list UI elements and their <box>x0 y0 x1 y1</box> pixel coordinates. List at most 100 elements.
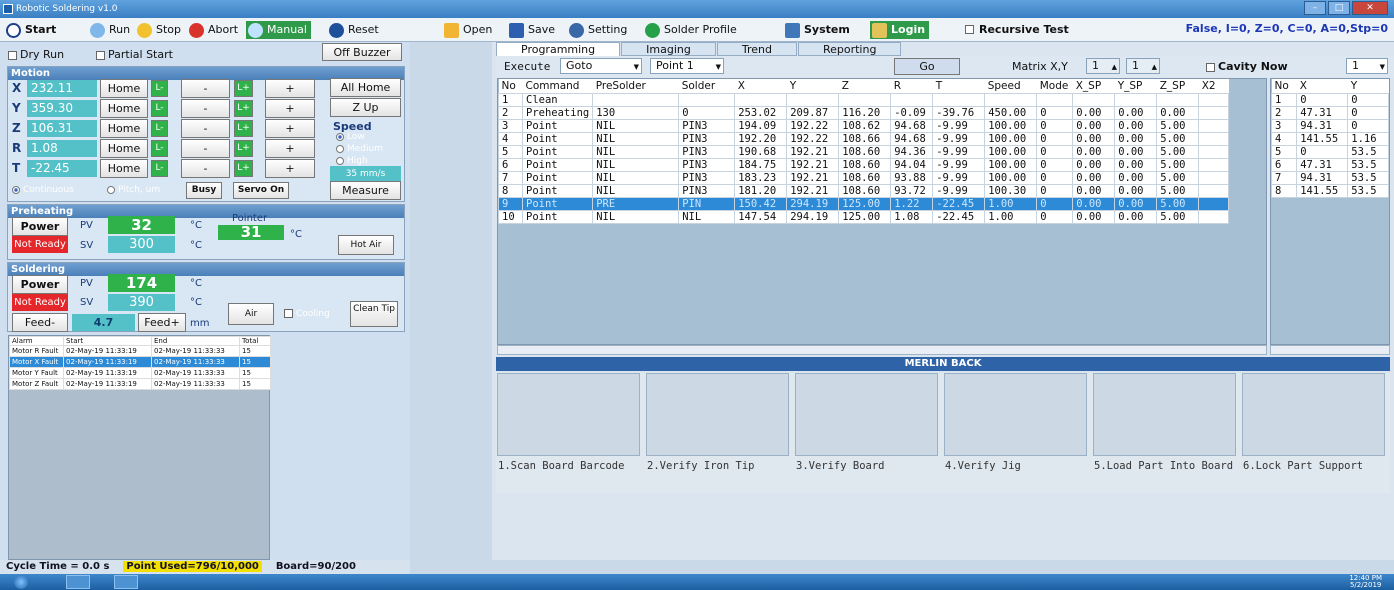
run-button[interactable]: Run <box>88 21 130 39</box>
point-select[interactable]: Point 1 ▼ <box>650 58 724 74</box>
all-home-button[interactable]: All Home <box>330 78 401 97</box>
axis-l-plus-button[interactable]: L+ <box>234 100 253 117</box>
grid-column-header[interactable]: X2 <box>1198 79 1229 93</box>
partial-start-option[interactable]: Partial Start <box>96 48 173 61</box>
grid-column-header[interactable]: Y_SP <box>1114 79 1157 93</box>
cooling-checkbox[interactable] <box>284 309 293 318</box>
axis-l-plus-button[interactable]: L+ <box>234 80 253 97</box>
tab-imaging[interactable]: Imaging <box>621 42 716 56</box>
grid-column-header[interactable]: R <box>890 79 933 93</box>
clean-tip-button[interactable]: Clean Tip <box>350 301 398 327</box>
axis-l-plus-button[interactable]: L+ <box>234 160 253 177</box>
axis-l-minus-button[interactable]: L- <box>151 100 168 117</box>
matrix-row[interactable]: 2 47.31 0 <box>1271 105 1389 120</box>
cooling-option[interactable]: Cooling <box>284 309 330 319</box>
close-button[interactable]: ✕ <box>1352 1 1388 15</box>
matrix-row[interactable]: 8 141.55 53.5 <box>1271 183 1389 198</box>
grid-column-header[interactable]: Solder <box>678 79 735 93</box>
speed-high-radio[interactable] <box>336 156 344 165</box>
axis-minus-button[interactable]: - <box>181 159 230 178</box>
matrix-column-header[interactable]: No <box>1271 79 1297 93</box>
alarm-row[interactable]: Motor R Fault 02-May-19 11:33:19 02-May-19… <box>9 345 271 357</box>
air-button[interactable]: Air <box>228 303 274 325</box>
open-button[interactable]: Open <box>442 21 492 39</box>
stop-button[interactable]: Stop <box>135 21 181 39</box>
dry-run-option[interactable]: Dry Run <box>8 48 64 61</box>
axis-home-button[interactable]: Home <box>100 79 148 98</box>
grid-column-header[interactable]: PreSolder <box>592 79 679 93</box>
servo-on-button[interactable]: Servo On <box>233 182 289 199</box>
tab-programming[interactable]: Programming <box>496 42 621 56</box>
axis-home-button[interactable]: Home <box>100 99 148 118</box>
alarm-row[interactable]: Motor X Fault 02-May-19 11:33:19 02-May-19… <box>9 356 271 368</box>
matrix-row[interactable]: 3 94.31 0 <box>1271 118 1389 133</box>
setting-button[interactable]: Setting <box>567 21 627 39</box>
start-button[interactable]: Start <box>4 21 56 39</box>
feed-minus-button[interactable]: Feed- <box>12 313 68 332</box>
axis-plus-button[interactable]: + <box>265 79 315 98</box>
grid-row[interactable]: 7 Point NIL PIN3 183.23 192.21 108.60 93.88 -9.9… <box>498 170 1230 185</box>
grid-column-header[interactable]: Command <box>522 79 593 93</box>
speed-low-option[interactable]: Low <box>336 132 365 142</box>
axis-l-minus-button[interactable]: L- <box>151 80 168 97</box>
matrix-grid[interactable]: No X Y 1 0 0 2 47.31 0 3 94.31 0 4 141.55 1.16 5 0 53.5 6… <box>1270 78 1390 345</box>
program-grid-scrollbar[interactable] <box>497 345 1267 355</box>
measure-button[interactable]: Measure <box>330 181 401 200</box>
grid-row[interactable]: 4 Point NIL PIN3 192.20 192.22 108.66 94.68 -9.9… <box>498 131 1230 146</box>
speed-low-radio[interactable] <box>336 132 344 141</box>
grid-column-header[interactable]: X <box>734 79 787 93</box>
matrix-row[interactable]: 7 94.31 53.5 <box>1271 170 1389 185</box>
execute-mode-select[interactable]: Goto ▼ <box>560 58 642 74</box>
grid-column-header[interactable]: Mode <box>1036 79 1073 93</box>
save-button[interactable]: Save <box>507 21 555 39</box>
pitch-radio[interactable] <box>107 185 115 194</box>
axis-plus-button[interactable]: + <box>265 99 315 118</box>
matrix-row[interactable]: 5 0 53.5 <box>1271 144 1389 159</box>
grid-column-header[interactable]: No <box>498 79 523 93</box>
file-explorer-icon[interactable] <box>66 575 90 589</box>
axis-home-button[interactable]: Home <box>100 139 148 158</box>
grid-column-header[interactable]: T <box>932 79 985 93</box>
speed-medium-option[interactable]: Medium <box>336 144 383 154</box>
axis-minus-button[interactable]: - <box>181 79 230 98</box>
z-up-button[interactable]: Z Up <box>330 98 401 117</box>
matrix-y-stepper[interactable]: 1 ▲ <box>1126 58 1160 74</box>
axis-l-minus-button[interactable]: L- <box>151 140 168 157</box>
axis-l-plus-button[interactable]: L+ <box>234 140 253 157</box>
dry-run-checkbox[interactable] <box>8 50 17 60</box>
matrix-row[interactable]: 4 141.55 1.16 <box>1271 131 1389 146</box>
speed-medium-radio[interactable] <box>336 144 344 153</box>
matrix-row[interactable]: 6 47.31 53.5 <box>1271 157 1389 172</box>
windows-start-icon[interactable] <box>14 575 28 589</box>
axis-plus-button[interactable]: + <box>265 119 315 138</box>
abort-button[interactable]: Abort <box>187 21 238 39</box>
solder-profile-button[interactable]: Solder Profile <box>643 21 737 39</box>
tab-reporting[interactable]: Reporting <box>797 42 902 56</box>
cavity-now-option[interactable]: Cavity Now <box>1206 60 1288 73</box>
minimize-button[interactable]: – <box>1304 1 1326 15</box>
hot-air-button[interactable]: Hot Air <box>338 235 394 255</box>
axis-home-button[interactable]: Home <box>100 159 148 178</box>
grid-column-header[interactable]: Z <box>838 79 891 93</box>
grid-row[interactable]: 2 Preheating 130 0 253.02 209.87 116.20 -0.09 -3… <box>498 105 1230 120</box>
axis-l-plus-button[interactable]: L+ <box>234 120 253 137</box>
cavity-select[interactable]: 1 ▼ <box>1346 58 1388 74</box>
axis-minus-button[interactable]: - <box>181 139 230 158</box>
grid-column-header[interactable]: Y <box>786 79 839 93</box>
grid-row[interactable]: 9 Point PRE PIN 150.42 294.19 125.00 1.22 -22.45… <box>498 196 1230 211</box>
recursive-test-checkbox[interactable] <box>965 25 974 34</box>
grid-row[interactable]: 5 Point NIL PIN3 190.68 192.21 108.60 94.36 -9.9… <box>498 144 1230 159</box>
partial-start-checkbox[interactable] <box>96 50 105 60</box>
grid-row[interactable]: 10 Point NIL NIL 147.54 294.19 125.00 1.08 -22.4… <box>498 209 1230 224</box>
cavity-now-checkbox[interactable] <box>1206 62 1215 72</box>
app-task-icon[interactable] <box>114 575 138 589</box>
alarm-row[interactable]: Motor Z Fault 02-May-19 11:33:19 02-May-19… <box>9 378 271 390</box>
alarm-row[interactable]: Motor Y Fault 02-May-19 11:33:19 02-May-19… <box>9 367 271 379</box>
grid-column-header[interactable]: Speed <box>984 79 1037 93</box>
grid-column-header[interactable]: Z_SP <box>1156 79 1199 93</box>
login-button[interactable]: Login <box>870 21 930 39</box>
axis-home-button[interactable]: Home <box>100 119 148 138</box>
go-button[interactable]: Go <box>894 58 960 75</box>
reset-button[interactable]: Reset <box>327 21 379 39</box>
axis-l-minus-button[interactable]: L- <box>151 120 168 137</box>
